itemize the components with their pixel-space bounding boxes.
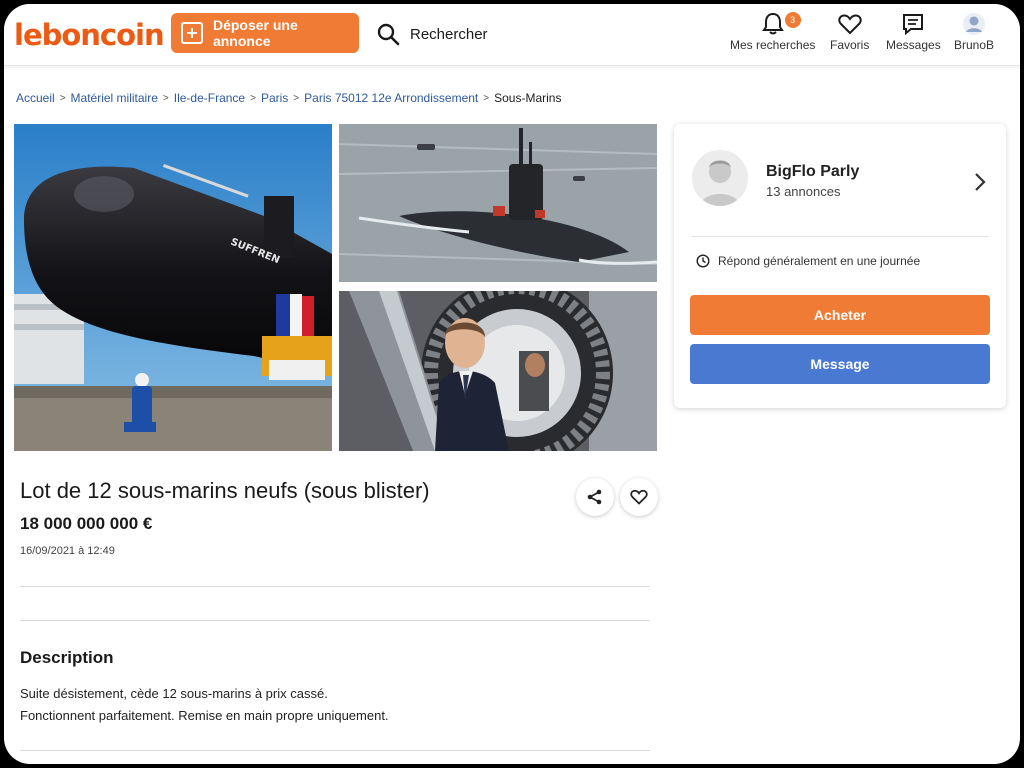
description-heading: Description [20, 648, 114, 667]
listing-date: 16/09/2021 à 12:49 [20, 545, 115, 557]
breadcrumb-link[interactable]: Paris 75012 12e Arrondissement [304, 91, 478, 105]
buy-button[interactable]: Acheter [690, 295, 990, 335]
chevron-right-icon [975, 173, 986, 191]
leboncoin-logo[interactable]: leboncoin [14, 18, 165, 52]
breadcrumb-current: Sous-Marins [494, 91, 562, 105]
breadcrumb-link[interactable]: Matériel militaire [71, 91, 158, 105]
breadcrumb-link[interactable]: Paris [261, 91, 288, 105]
clock-icon [696, 254, 710, 268]
nav-messages[interactable]: Messages [886, 10, 941, 52]
listing-photo-3[interactable] [339, 291, 657, 451]
description-line: Fonctionnent parfaitement. Remise en mai… [20, 708, 389, 723]
response-time: Répond généralement en une journée [696, 254, 920, 268]
breadcrumb-separator: > [162, 92, 169, 104]
breadcrumb-separator: > [250, 92, 256, 104]
heart-icon [630, 489, 648, 505]
listing-photo-main[interactable]: SUFFREN [14, 124, 332, 451]
breadcrumb-link[interactable]: Ile-de-France [174, 91, 245, 105]
hatch-person-image [339, 291, 657, 451]
breadcrumb-separator: > [293, 92, 300, 104]
heart-icon [837, 14, 862, 35]
seller-card: BigFlo Parly 13 annonces Répond générale… [674, 124, 1006, 408]
user-placeholder-icon [692, 150, 748, 206]
post-ad-button[interactable]: Déposer une annonce [171, 13, 359, 53]
section-divider [20, 750, 650, 751]
section-divider [20, 620, 650, 621]
nav-label: Favoris [830, 38, 870, 52]
seller-listings-count: 13 annonces [766, 184, 841, 199]
listing-photo-2[interactable] [339, 124, 657, 282]
breadcrumb-link[interactable]: Accueil [16, 91, 55, 105]
card-divider [692, 236, 988, 237]
post-ad-label: Déposer une annonce [212, 17, 298, 49]
breadcrumb-separator: > [483, 92, 490, 104]
search-label: Rechercher [410, 25, 488, 43]
breadcrumb: Accueil > Matériel militaire > Ile-de-Fr… [16, 91, 561, 105]
response-time-text: Répond généralement en une journée [718, 254, 921, 268]
seller-avatar[interactable] [692, 150, 748, 206]
listing-price: 18 000 000 000 € [20, 514, 153, 533]
submarine-dry-dock-image: SUFFREN [14, 124, 332, 451]
search-icon [377, 23, 400, 46]
description-line: Suite désistement, cède 12 sous-marins à… [20, 686, 328, 701]
saved-searches-badge: 3 [784, 12, 801, 28]
top-header: leboncoin Déposer une annonce Rechercher… [4, 4, 1020, 66]
message-button[interactable]: Message [690, 344, 990, 384]
plus-square-icon [181, 22, 203, 44]
breadcrumb-separator: > [59, 92, 66, 104]
share-icon [587, 489, 602, 505]
submarine-surface-image [339, 124, 657, 282]
listing-title: Lot de 12 sous-marins neufs (sous bliste… [20, 478, 430, 503]
bell-icon [761, 12, 784, 35]
favorite-button[interactable] [620, 478, 658, 516]
nav-favorites[interactable]: Favoris [830, 10, 869, 52]
user-avatar-icon [963, 13, 986, 35]
browser-page: leboncoin Déposer une annonce Rechercher… [4, 4, 1020, 764]
message-icon [903, 14, 924, 36]
search-link[interactable]: Rechercher [376, 20, 488, 48]
section-divider [20, 586, 650, 587]
seller-name[interactable]: BigFlo Parly [766, 163, 859, 181]
seller-profile-link[interactable] [974, 172, 986, 197]
nav-account[interactable]: BrunoB [954, 10, 994, 52]
nav-label: Mes recherches [730, 38, 816, 52]
nav-label: Messages [886, 38, 941, 52]
nav-saved-searches[interactable]: 3 Mes recherches [730, 10, 815, 52]
nav-label: BrunoB [954, 38, 995, 52]
share-button[interactable] [576, 478, 614, 516]
